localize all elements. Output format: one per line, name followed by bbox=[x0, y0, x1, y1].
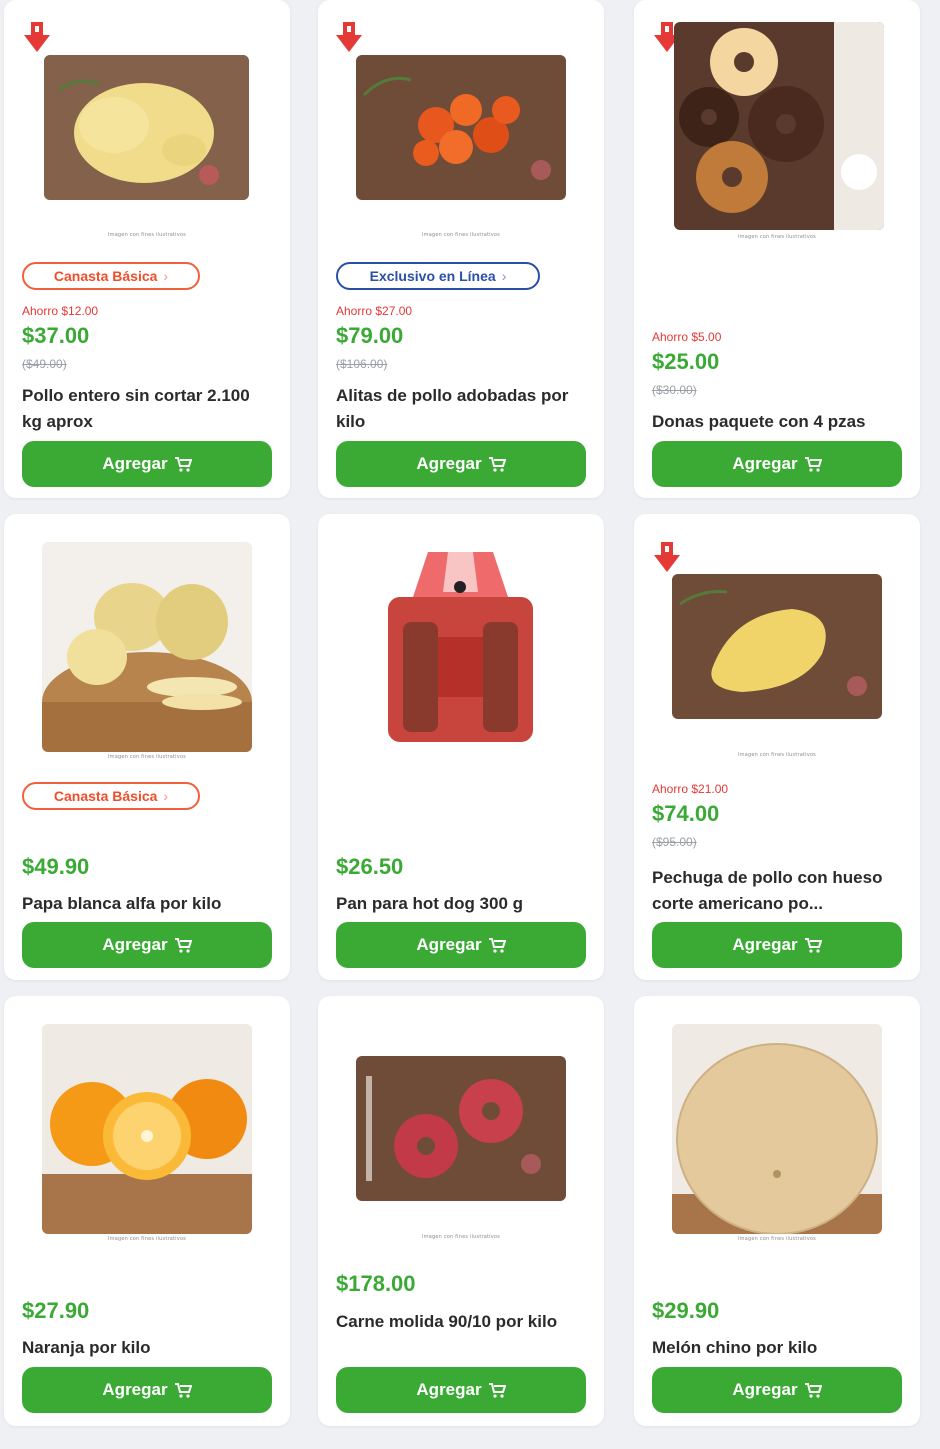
add-to-cart-button[interactable]: Agregar bbox=[652, 1367, 902, 1413]
price: $178.00 bbox=[336, 1271, 416, 1296]
saving-text: Ahorro $5.00 bbox=[652, 330, 722, 344]
image-caption: Imagen con fines ilustrativos bbox=[738, 1236, 816, 1242]
add-to-cart-button[interactable]: Agregar bbox=[22, 441, 272, 487]
product-card[interactable]: Imagen con fines ilustrativos Ahorro $5.… bbox=[634, 0, 920, 498]
badge-label: Canasta Básica bbox=[53, 788, 158, 804]
image-caption: Imagen con fines ilustrativos bbox=[108, 754, 186, 760]
button-label: Agregar bbox=[102, 1380, 168, 1399]
discount-arrow-icon bbox=[24, 22, 50, 52]
product-name[interactable]: Pan para hot dog 300 g bbox=[336, 891, 586, 917]
image-caption: Imagen con fines ilustrativos bbox=[422, 232, 500, 238]
add-to-cart-button[interactable]: Agregar bbox=[336, 441, 586, 487]
cart-icon bbox=[804, 1383, 822, 1398]
product-name[interactable]: Donas paquete con 4 pzas bbox=[652, 409, 902, 435]
product-image[interactable] bbox=[674, 22, 884, 230]
price: $29.90 bbox=[652, 1298, 720, 1323]
button-label: Agregar bbox=[416, 935, 482, 954]
discount-arrow-icon bbox=[336, 22, 362, 52]
cart-icon bbox=[488, 457, 506, 472]
add-to-cart-button[interactable]: Agregar bbox=[22, 1367, 272, 1413]
image-caption: Imagen con fines ilustrativos bbox=[738, 234, 816, 240]
product-card[interactable]: Imagen con fines ilustrativos Ahorro $21… bbox=[634, 514, 920, 980]
button-label: Agregar bbox=[416, 1380, 482, 1399]
product-card[interactable]: Imagen con fines ilustrativos Exclusivo … bbox=[318, 0, 604, 498]
add-to-cart-button[interactable]: Agregar bbox=[336, 922, 586, 968]
product-card[interactable]: Imagen con fines ilustrativos $178.00 Ca… bbox=[318, 996, 604, 1426]
product-image[interactable] bbox=[672, 574, 882, 719]
product-name[interactable]: Naranja por kilo bbox=[22, 1335, 272, 1361]
product-name[interactable]: Carne molida 90/10 por kilo bbox=[336, 1309, 586, 1335]
badge-label: Canasta Básica bbox=[53, 268, 158, 284]
old-price: ($30.00) bbox=[652, 383, 697, 397]
add-to-cart-button[interactable]: Agregar bbox=[652, 922, 902, 968]
saving-text: Ahorro $12.00 bbox=[22, 304, 99, 318]
button-label: Agregar bbox=[732, 1380, 798, 1399]
button-label: Agregar bbox=[102, 935, 168, 954]
chevron-right-icon: › bbox=[501, 268, 507, 284]
cart-icon bbox=[804, 938, 822, 953]
price: $74.00 bbox=[652, 801, 720, 826]
image-caption: Imagen con fines ilustrativos bbox=[108, 1236, 186, 1242]
product-card[interactable]: Imagen con fines ilustrativos Canasta Bá… bbox=[4, 514, 290, 980]
price: $26.50 bbox=[336, 854, 404, 879]
old-price: ($95.00) bbox=[652, 835, 697, 849]
price: $79.00 bbox=[336, 323, 404, 348]
cart-icon bbox=[174, 457, 192, 472]
product-image[interactable] bbox=[672, 1024, 882, 1234]
cart-icon bbox=[804, 457, 822, 472]
image-caption: Imagen con fines ilustrativos bbox=[422, 1234, 500, 1240]
price: $37.00 bbox=[22, 323, 90, 348]
button-label: Agregar bbox=[732, 935, 798, 954]
product-name[interactable]: Melón chino por kilo bbox=[652, 1335, 902, 1361]
price: $27.90 bbox=[22, 1298, 90, 1323]
discount-arrow-icon bbox=[654, 542, 680, 572]
product-card[interactable]: Imagen con fines ilustrativos $27.90 Nar… bbox=[4, 996, 290, 1426]
exclusivo-en-linea-badge[interactable]: Exclusivo en Línea › bbox=[336, 262, 540, 290]
canasta-basica-badge[interactable]: Canasta Básica › bbox=[22, 262, 200, 290]
chevron-right-icon: › bbox=[163, 268, 169, 284]
add-to-cart-button[interactable]: Agregar bbox=[336, 1367, 586, 1413]
product-card[interactable]: Imagen con fines ilustrativos Canasta Bá… bbox=[4, 0, 290, 498]
product-image[interactable] bbox=[356, 1056, 566, 1201]
product-name[interactable]: Alitas de pollo adobadas por kilo bbox=[336, 383, 586, 435]
product-name[interactable]: Pechuga de pollo con hueso corte america… bbox=[652, 865, 902, 917]
cart-icon bbox=[174, 938, 192, 953]
chevron-right-icon: › bbox=[163, 788, 169, 804]
price: $49.90 bbox=[22, 854, 90, 879]
add-to-cart-button[interactable]: Agregar bbox=[22, 922, 272, 968]
button-label: Agregar bbox=[416, 454, 482, 473]
product-image[interactable] bbox=[356, 55, 566, 200]
product-name[interactable]: Papa blanca alfa por kilo bbox=[22, 891, 272, 917]
product-image[interactable] bbox=[368, 542, 553, 752]
button-label: Agregar bbox=[102, 454, 168, 473]
product-image[interactable] bbox=[42, 1024, 252, 1234]
saving-text: Ahorro $27.00 bbox=[336, 304, 413, 318]
product-card[interactable]: $26.50 Pan para hot dog 300 g Agregar bbox=[318, 514, 604, 980]
image-caption: Imagen con fines ilustrativos bbox=[108, 232, 186, 238]
canasta-basica-badge[interactable]: Canasta Básica › bbox=[22, 782, 200, 810]
product-image[interactable] bbox=[42, 542, 252, 752]
image-caption: Imagen con fines ilustrativos bbox=[738, 752, 816, 758]
product-image[interactable] bbox=[44, 55, 249, 200]
add-to-cart-button[interactable]: Agregar bbox=[652, 441, 902, 487]
cart-icon bbox=[174, 1383, 192, 1398]
button-label: Agregar bbox=[732, 454, 798, 473]
old-price: ($106.00) bbox=[336, 357, 388, 371]
badge-label: Exclusivo en Línea bbox=[369, 268, 496, 284]
price: $25.00 bbox=[652, 349, 720, 374]
cart-icon bbox=[488, 1383, 506, 1398]
saving-text: Ahorro $21.00 bbox=[652, 782, 729, 796]
product-card[interactable]: Imagen con fines ilustrativos $29.90 Mel… bbox=[634, 996, 920, 1426]
old-price: ($49.00) bbox=[22, 357, 67, 371]
product-name[interactable]: Pollo entero sin cortar 2.100 kg aprox bbox=[22, 383, 272, 435]
cart-icon bbox=[488, 938, 506, 953]
